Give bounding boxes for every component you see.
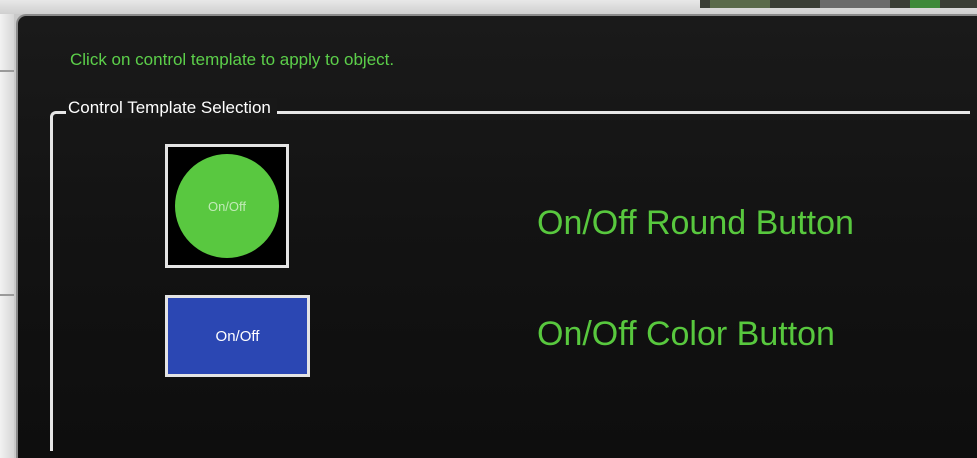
color-button-template-preview[interactable]: On/Off: [165, 295, 310, 377]
background-side-panel: [0, 14, 14, 458]
round-button-template-preview[interactable]: On/Off: [165, 144, 289, 268]
instruction-text: Click on control template to apply to ob…: [70, 50, 395, 69]
round-button-circle: On/Off: [175, 154, 279, 258]
color-button-template-name[interactable]: On/Off Color Button: [537, 315, 835, 354]
round-button-template-name[interactable]: On/Off Round Button: [537, 204, 854, 243]
background-toolbar: [700, 0, 977, 8]
color-button-preview-label: On/Off: [215, 327, 260, 345]
group-title: Control Template Selection: [66, 98, 277, 118]
round-button-preview-label: On/Off: [207, 198, 247, 214]
